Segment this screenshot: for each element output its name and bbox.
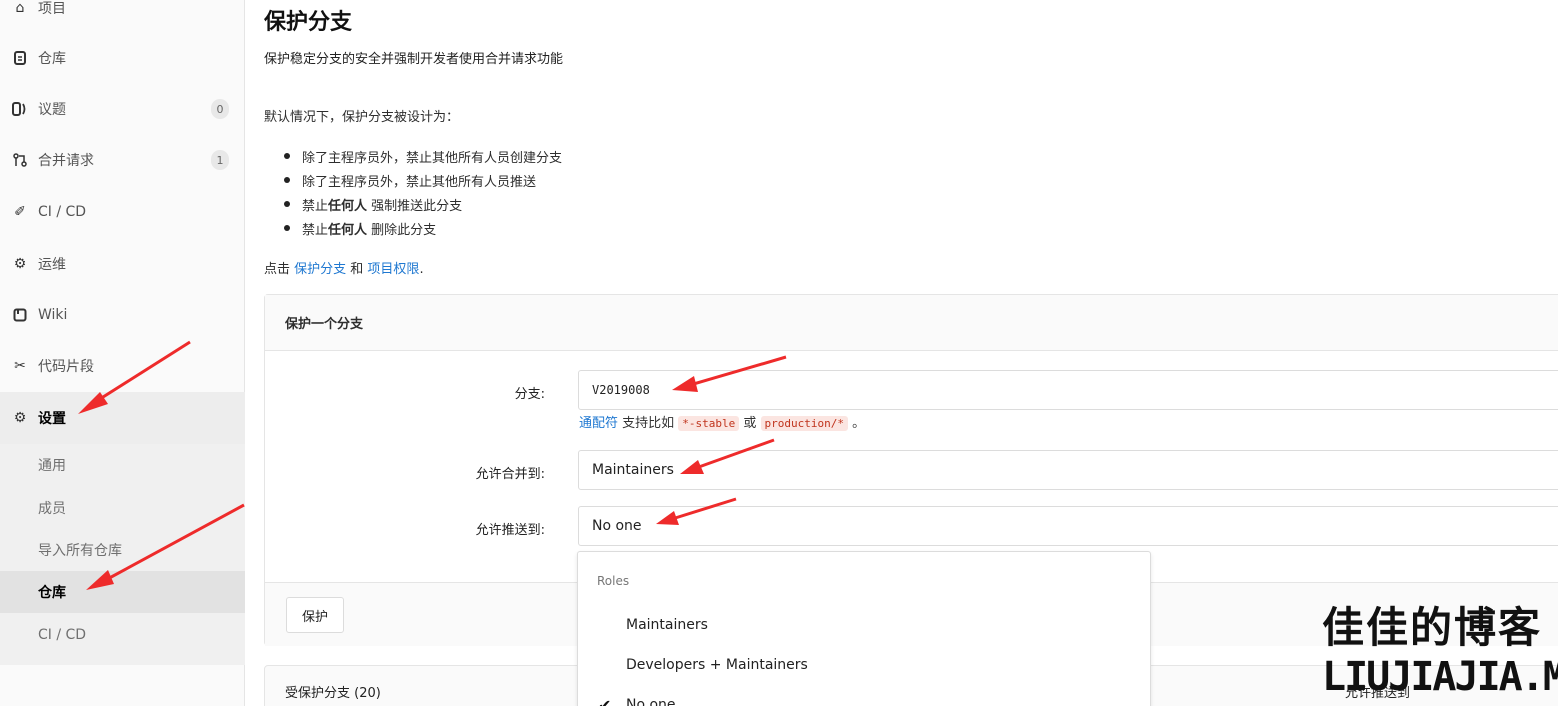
sidebar-item-label: 设置 [38, 411, 66, 427]
sidebar-item-project[interactable]: ⌂ 项目 [0, 0, 245, 34]
sidebar-item-label: CI / CD [38, 204, 87, 220]
sidebar-item-label: 项目 [38, 1, 66, 17]
list-item: 禁止 任何人 强制推送此分支 [284, 192, 562, 216]
submenu-item-import[interactable]: 导入所有仓库 [38, 529, 122, 571]
merge-requests-count-badge: 1 [211, 150, 229, 170]
submenu-item-members[interactable]: 成员 [38, 487, 66, 529]
project-icon: ⌂ [15, 0, 25, 16]
dropdown-header: Roles [597, 574, 630, 588]
check-icon: ✔ [598, 696, 612, 706]
watermark-url: LIUJIAJIA.ME [1322, 654, 1558, 700]
page-description: 保护稳定分支的安全并强制开发者使用合并请求功能 [264, 52, 564, 67]
book-icon [12, 307, 28, 323]
sidebar: ⌂ 项目 仓库 议题 0 合并请求 1 ✐ CI / CD ⚙ 运维 Wiki … [0, 0, 245, 706]
scissors-icon: ✂ [14, 358, 26, 374]
dropdown-option-maintainers[interactable]: Maintainers [626, 617, 708, 633]
intro-text: 默认情况下，保护分支被设计为： [264, 110, 460, 125]
submenu-item-general[interactable]: 通用 [38, 444, 66, 486]
operations-icon: ⚙ [13, 256, 27, 272]
sidebar-item-issues[interactable]: 议题 0 [0, 83, 245, 135]
sidebar-item-snippets[interactable]: ✂ 代码片段 [0, 340, 245, 392]
branch-input[interactable]: V2019008 [578, 370, 1558, 410]
push-access-select[interactable]: No one [578, 506, 1558, 546]
card-title: 保护一个分支 [265, 295, 1558, 351]
sidebar-item-settings[interactable]: ⚙ 设置 [0, 392, 245, 444]
list-item: 禁止 任何人 删除此分支 [284, 216, 562, 240]
sidebar-item-operations[interactable]: ⚙ 运维 [0, 238, 245, 290]
sidebar-item-cicd[interactable]: ✐ CI / CD [0, 186, 245, 238]
sidebar-item-label: 议题 [38, 102, 66, 118]
branch-label: 分支: [514, 387, 545, 402]
sidebar-item-label: 代码片段 [38, 359, 94, 375]
sidebar-item-label: 仓库 [38, 51, 66, 67]
list-item: 除了主程序员外，禁止其他所有人员推送 [284, 168, 562, 192]
dropdown-option-no-one[interactable]: No one [626, 697, 676, 706]
submenu-item-cicd[interactable]: CI / CD [38, 614, 86, 656]
merge-label: 允许合并到: [475, 467, 545, 482]
merge-request-icon [12, 152, 28, 168]
sidebar-item-wiki[interactable]: Wiki [0, 289, 245, 341]
sidebar-item-repository[interactable]: 仓库 [0, 32, 245, 84]
issues-count-badge: 0 [211, 99, 229, 119]
sidebar-item-merge-requests[interactable]: 合并请求 1 [0, 134, 245, 186]
protect-button[interactable]: 保护 [286, 597, 344, 633]
project-permissions-link[interactable]: 项目权限 [367, 262, 419, 277]
code-sample: *-stable [678, 416, 740, 431]
sidebar-item-label: Wiki [38, 307, 68, 323]
merge-access-select[interactable]: Maintainers [578, 450, 1558, 490]
sidebar-item-label: 合并请求 [38, 153, 94, 169]
watermark-title: 佳佳的博客 [1322, 603, 1543, 652]
rules-list: 除了主程序员外，禁止其他所有人员创建分支 除了主程序员外，禁止其他所有人员推送 … [284, 144, 562, 240]
protected-branches-link[interactable]: 保护分支 [294, 262, 346, 277]
repository-icon [12, 50, 28, 66]
hint-text: 点击 保护分支 和 项目权限. [264, 262, 424, 277]
settings-submenu: 通用 成员 导入所有仓库 仓库 CI / CD [0, 444, 245, 665]
code-sample: production/* [760, 416, 849, 431]
page-title: 保护分支 [264, 10, 353, 35]
wildcard-link[interactable]: 通配符 [579, 416, 618, 431]
submenu-item-repository[interactable]: 仓库 [0, 571, 245, 613]
list-item: 除了主程序员外，禁止其他所有人员创建分支 [284, 144, 562, 168]
push-label: 允许推送到: [475, 523, 545, 538]
protected-branches-title: 受保护分支 (20) [285, 686, 381, 701]
branch-help: 通配符 支持比如 *-stable 或 production/* 。 [579, 416, 866, 431]
issues-icon [12, 101, 28, 117]
push-access-dropdown: Roles Maintainers Developers + Maintaine… [577, 551, 1151, 706]
sidebar-item-label: 运维 [38, 257, 66, 273]
rocket-icon: ✐ [14, 204, 26, 220]
gear-icon: ⚙ [13, 410, 27, 426]
dropdown-option-developers-maintainers[interactable]: Developers + Maintainers [626, 657, 808, 673]
